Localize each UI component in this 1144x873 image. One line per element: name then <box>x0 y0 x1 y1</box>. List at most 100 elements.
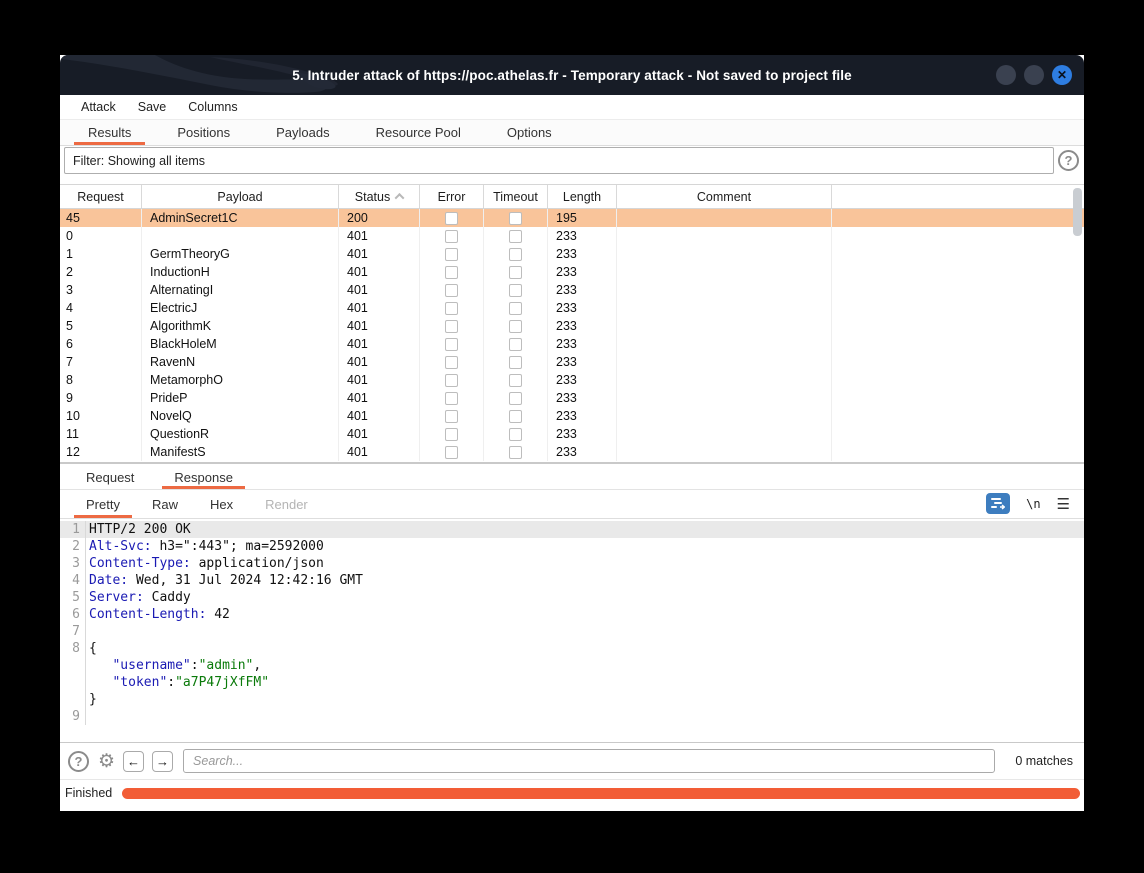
row-checkbox[interactable] <box>445 392 458 405</box>
line-number: 6 <box>60 606 86 623</box>
table-row[interactable]: 8MetamorphO401233 <box>60 371 1084 389</box>
row-checkbox[interactable] <box>509 410 522 423</box>
column-header-timeout[interactable]: Timeout <box>484 185 548 208</box>
menu-columns[interactable]: Columns <box>177 100 248 114</box>
cell-checkbox <box>484 263 548 281</box>
row-checkbox[interactable] <box>509 392 522 405</box>
cell: 233 <box>548 335 617 353</box>
response-editor[interactable]: 1HTTP/2 200 OK2Alt-Svc: h3=":443"; ma=25… <box>60 521 1084 742</box>
maximize-button[interactable] <box>1024 65 1044 85</box>
row-checkbox[interactable] <box>445 428 458 441</box>
cell-filler <box>832 407 1084 425</box>
column-header-length[interactable]: Length <box>548 185 617 208</box>
row-checkbox[interactable] <box>509 230 522 243</box>
table-row[interactable]: 0401233 <box>60 227 1084 245</box>
row-checkbox[interactable] <box>509 320 522 333</box>
row-checkbox[interactable] <box>445 446 458 459</box>
cell: 401 <box>339 371 420 389</box>
window-title: 5. Intruder attack of https://poc.athela… <box>60 55 1084 95</box>
search-settings-gear-icon[interactable]: ⚙ <box>98 750 115 773</box>
row-checkbox[interactable] <box>509 212 522 225</box>
cell: 8 <box>60 371 142 389</box>
table-row[interactable]: 3AlternatingI401233 <box>60 281 1084 299</box>
row-checkbox[interactable] <box>445 320 458 333</box>
row-checkbox[interactable] <box>445 248 458 261</box>
editor-menu-icon[interactable]: ☰ <box>1057 495 1070 513</box>
table-row[interactable]: 2InductionH401233 <box>60 263 1084 281</box>
table-row[interactable]: 11QuestionR401233 <box>60 425 1084 443</box>
cell-checkbox <box>484 389 548 407</box>
row-checkbox[interactable] <box>445 284 458 297</box>
row-checkbox[interactable] <box>509 338 522 351</box>
table-row[interactable]: 12ManifestS401233 <box>60 443 1084 461</box>
code-line: 4Date: Wed, 31 Jul 2024 12:42:16 GMT <box>60 572 1084 589</box>
row-checkbox[interactable] <box>509 248 522 261</box>
table-row[interactable]: 4ElectricJ401233 <box>60 299 1084 317</box>
row-checkbox[interactable] <box>445 410 458 423</box>
row-checkbox[interactable] <box>509 302 522 315</box>
column-header-payload[interactable]: Payload <box>142 185 339 208</box>
cell <box>617 227 832 245</box>
cell: 401 <box>339 299 420 317</box>
menu-attack[interactable]: Attack <box>70 100 127 114</box>
search-help-icon[interactable]: ? <box>68 751 89 772</box>
search-input[interactable] <box>183 749 995 773</box>
row-checkbox[interactable] <box>445 266 458 279</box>
row-checkbox[interactable] <box>509 428 522 441</box>
row-checkbox[interactable] <box>445 356 458 369</box>
menu-save[interactable]: Save <box>127 100 178 114</box>
code-content: Alt-Svc: h3=":443"; ma=2592000 <box>86 538 324 555</box>
row-checkbox[interactable] <box>509 356 522 369</box>
tab-raw[interactable]: Raw <box>140 491 190 518</box>
minimize-button[interactable] <box>996 65 1016 85</box>
column-header-comment[interactable]: Comment <box>617 185 832 208</box>
row-checkbox[interactable] <box>509 446 522 459</box>
row-checkbox[interactable] <box>509 374 522 387</box>
row-checkbox[interactable] <box>509 266 522 279</box>
column-header-request[interactable]: Request <box>60 185 142 208</box>
table-row[interactable]: 9PrideP401233 <box>60 389 1084 407</box>
table-row[interactable]: 6BlackHoleM401233 <box>60 335 1084 353</box>
code-content: Server: Caddy <box>86 589 191 606</box>
table-scrollbar[interactable] <box>1073 186 1082 460</box>
cell <box>617 209 832 227</box>
title-bar[interactable]: 5. Intruder attack of https://poc.athela… <box>60 55 1084 95</box>
tab-response[interactable]: Response <box>162 464 245 489</box>
column-header-error[interactable]: Error <box>420 185 484 208</box>
tab-options[interactable]: Options <box>493 120 566 145</box>
close-button[interactable]: ✕ <box>1052 65 1072 85</box>
intruder-attack-window: 5. Intruder attack of https://poc.athela… <box>60 55 1084 811</box>
newline-toggle-icon[interactable]: \n <box>1026 497 1040 511</box>
filter-bar[interactable]: Filter: Showing all items <box>64 147 1054 174</box>
tab-resource-pool[interactable]: Resource Pool <box>362 120 475 145</box>
row-checkbox[interactable] <box>445 374 458 387</box>
tab-hex[interactable]: Hex <box>198 491 245 518</box>
tab-positions[interactable]: Positions <box>163 120 244 145</box>
tab-payloads[interactable]: Payloads <box>262 120 343 145</box>
tab-request[interactable]: Request <box>74 464 146 489</box>
column-header-status[interactable]: Status <box>339 185 420 208</box>
row-checkbox[interactable] <box>509 284 522 297</box>
table-row[interactable]: 1GermTheoryG401233 <box>60 245 1084 263</box>
row-checkbox[interactable] <box>445 212 458 225</box>
code-segment: : <box>167 675 175 690</box>
table-row[interactable]: 10NovelQ401233 <box>60 407 1084 425</box>
cell: PrideP <box>142 389 339 407</box>
filter-help-icon[interactable]: ? <box>1058 150 1079 171</box>
tab-results[interactable]: Results <box>74 120 145 145</box>
prettify-toggle-button[interactable] <box>986 493 1010 514</box>
cell <box>617 389 832 407</box>
scrollbar-thumb[interactable] <box>1073 188 1082 236</box>
next-match-button[interactable]: → <box>152 751 173 772</box>
cell: 45 <box>60 209 142 227</box>
table-row[interactable]: 7RavenN401233 <box>60 353 1084 371</box>
tab-pretty[interactable]: Pretty <box>74 491 132 518</box>
cell-checkbox <box>420 389 484 407</box>
row-checkbox[interactable] <box>445 302 458 315</box>
row-checkbox[interactable] <box>445 230 458 243</box>
code-segment: { <box>89 641 97 656</box>
table-row[interactable]: 45AdminSecret1C200195 <box>60 209 1084 227</box>
row-checkbox[interactable] <box>445 338 458 351</box>
table-row[interactable]: 5AlgorithmK401233 <box>60 317 1084 335</box>
previous-match-button[interactable]: ← <box>123 751 144 772</box>
